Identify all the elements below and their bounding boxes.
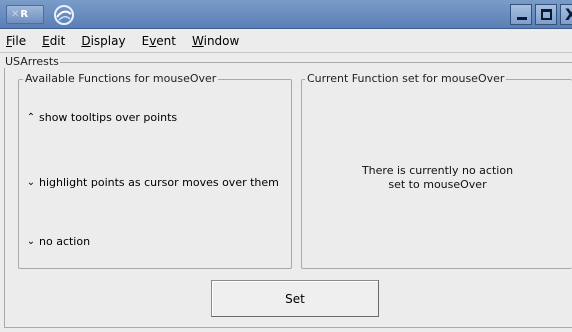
chevron-down-icon: ⌄ xyxy=(26,236,36,247)
minimize-button[interactable] xyxy=(510,4,532,25)
maximize-icon xyxy=(541,9,552,20)
menu-window[interactable]: Window xyxy=(192,32,243,50)
maximize-button[interactable] xyxy=(535,4,557,25)
chevron-up-icon: ⌃ xyxy=(26,112,36,123)
current-function-title: Current Function set for mouseOver xyxy=(305,72,507,85)
menu-edit-mnemonic: E xyxy=(42,33,50,48)
option-highlight-points-label: highlight points as cursor moves over th… xyxy=(39,176,279,189)
menu-display-mnemonic: D xyxy=(81,33,91,48)
option-no-action[interactable]: ⌄ no action xyxy=(25,235,90,248)
menu-file[interactable]: File xyxy=(6,32,30,50)
menu-window-label: indow xyxy=(203,33,240,48)
available-functions-title: Available Functions for mouseOver xyxy=(23,72,219,85)
close-icon: X xyxy=(565,5,572,24)
x-glyph-icon: ✕ xyxy=(11,9,20,20)
swirl-logo-icon xyxy=(54,5,74,25)
option-highlight-points[interactable]: ⌄ highlight points as cursor moves over … xyxy=(25,176,279,189)
menu-file-label: ile xyxy=(12,33,27,48)
frame-title: USArrests xyxy=(4,55,60,68)
current-function-message: There is currently no action set to mous… xyxy=(302,164,572,192)
available-functions-group: Available Functions for mouseOver ⌃ show… xyxy=(18,72,292,269)
message-line-2: set to mouseOver xyxy=(388,178,487,191)
menu-bar: File Edit Display Event Window xyxy=(0,29,572,53)
option-no-action-label: no action xyxy=(39,235,91,248)
menu-edit[interactable]: Edit xyxy=(42,32,69,50)
menu-display[interactable]: Display xyxy=(81,32,129,50)
option-show-tooltips-label: show tooltips over points xyxy=(39,111,178,124)
menu-event[interactable]: Event xyxy=(142,32,180,50)
main-pane: USArrests Available Functions for mouseO… xyxy=(0,53,572,332)
close-button[interactable]: X xyxy=(560,4,572,25)
menu-event-label: ent xyxy=(156,33,176,48)
window-menu-icon[interactable]: ✕R xyxy=(6,5,44,24)
minimize-icon xyxy=(517,17,527,20)
menu-edit-label: dit xyxy=(49,33,66,48)
message-line-1: There is currently no action xyxy=(361,164,514,177)
menu-display-label: isplay xyxy=(90,33,126,48)
chevron-down-icon: ⌄ xyxy=(26,177,36,188)
menu-window-mnemonic: W xyxy=(192,33,204,48)
title-bar: ✕R X xyxy=(0,0,572,29)
option-show-tooltips[interactable]: ⌃ show tooltips over points xyxy=(25,111,177,124)
set-button[interactable]: Set xyxy=(211,280,379,317)
app-badge: R xyxy=(20,9,29,20)
current-function-group: Current Function set for mouseOver There… xyxy=(301,72,572,269)
